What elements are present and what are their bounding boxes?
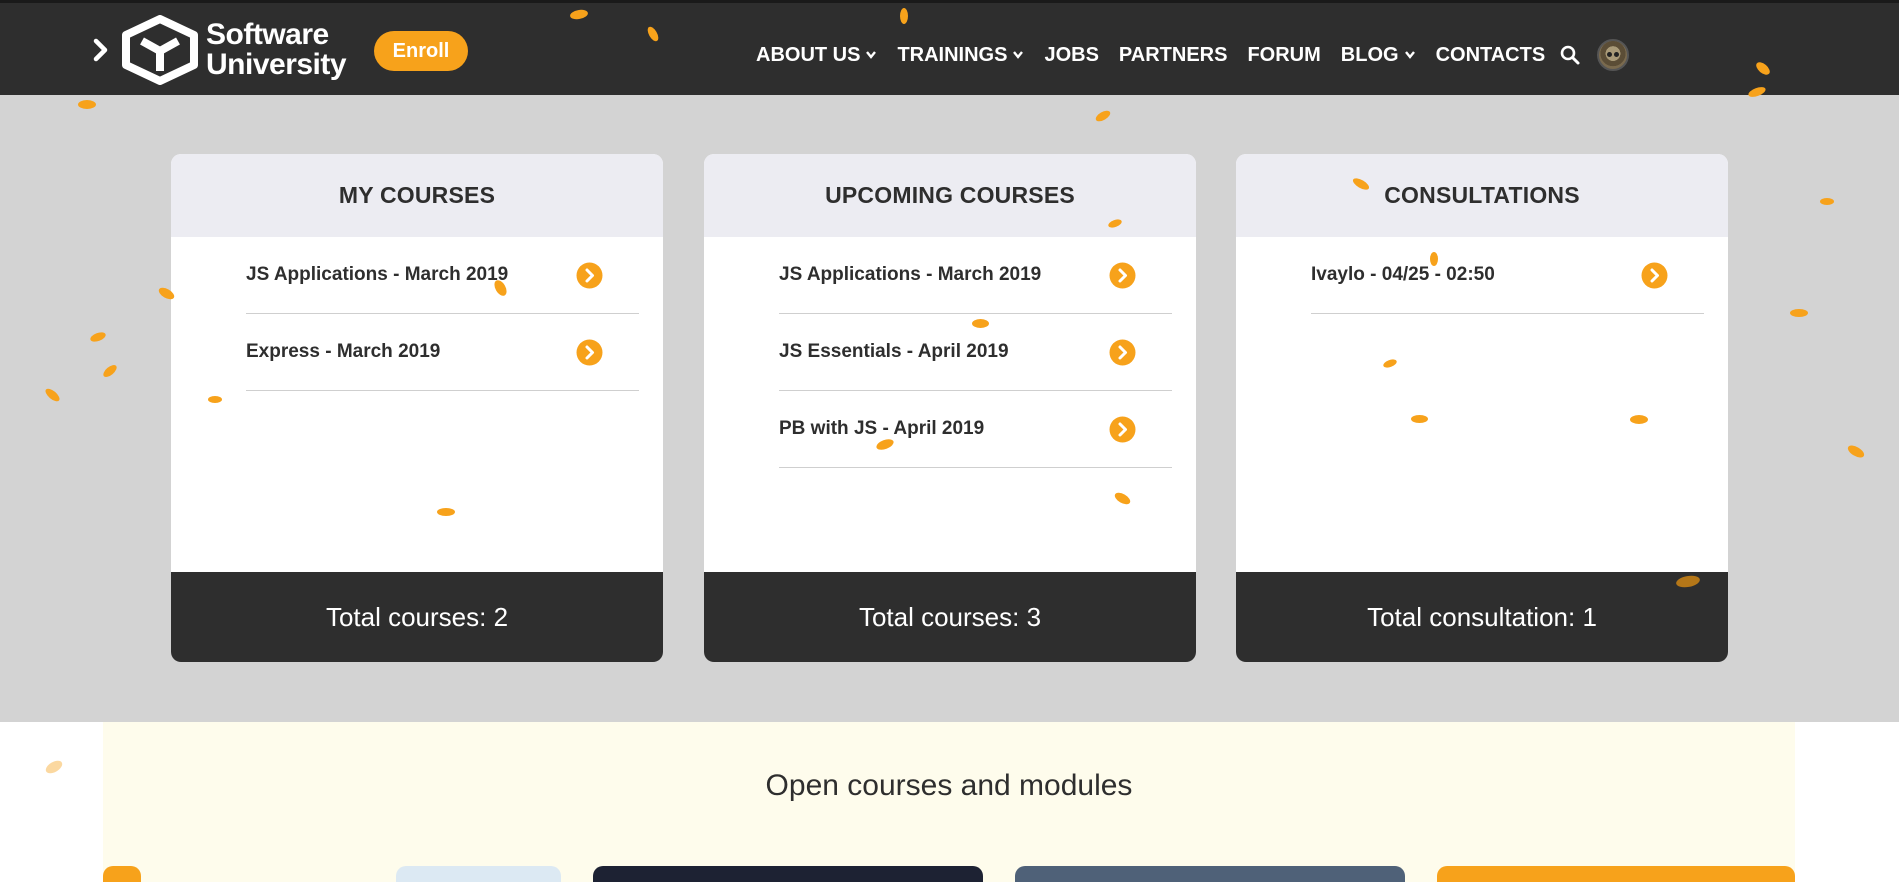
arrow-right-circle-icon[interactable]: [1109, 339, 1136, 366]
nav-contacts[interactable]: CONTACTS: [1436, 44, 1546, 67]
logo-link[interactable]: Software University: [92, 15, 347, 85]
list-item-label: JS Essentials - April 2019: [779, 341, 1009, 362]
logo-line-1: Software: [206, 18, 329, 51]
nav-about-us[interactable]: ABOUT US: [756, 44, 877, 67]
arrow-right-circle-icon[interactable]: [576, 262, 603, 289]
nav-forum-label: FORUM: [1247, 43, 1321, 66]
card-title: MY COURSES: [171, 154, 663, 237]
consultations-card: CONSULTATIONS Ivaylo - 04/25 - 02:50 Tot…: [1236, 154, 1728, 662]
list-item[interactable]: Ivaylo - 04/25 - 02:50: [1311, 237, 1704, 314]
arrow-right-circle-icon[interactable]: [1641, 262, 1668, 289]
nav-partners[interactable]: PARTNERS: [1119, 44, 1228, 67]
list-item-label: Express - March 2019: [246, 341, 441, 362]
course-thumbnail[interactable]: [1015, 866, 1405, 882]
arrow-right-circle-icon[interactable]: [1109, 262, 1136, 289]
section-title: Open courses and modules: [765, 769, 1133, 802]
card-list: Ivaylo - 04/25 - 02:50: [1236, 237, 1728, 572]
chevron-down-icon: [1013, 51, 1024, 59]
chevron-down-icon: [1404, 51, 1415, 59]
open-courses-section: Open courses and modules: [103, 722, 1795, 882]
nav-trainings-label: TRAININGS: [897, 43, 1008, 66]
list-item-label: Ivaylo - 04/25 - 02:50: [1311, 264, 1495, 285]
card-title: CONSULTATIONS: [1236, 154, 1728, 237]
nav-about-us-label: ABOUT US: [756, 43, 861, 66]
arrow-right-circle-icon[interactable]: [576, 339, 603, 366]
list-item[interactable]: Express - March 2019: [246, 314, 639, 391]
card-list: JS Applications - March 2019 Express - M…: [171, 237, 663, 572]
logo-mark-icon: [122, 15, 198, 85]
list-item[interactable]: PB with JS - April 2019: [779, 391, 1172, 468]
nav-jobs[interactable]: JOBS: [1044, 44, 1098, 67]
nav-trainings[interactable]: TRAININGS: [897, 44, 1024, 67]
search-icon[interactable]: [1559, 44, 1581, 66]
nav-forum[interactable]: FORUM: [1247, 44, 1320, 67]
course-thumbnail[interactable]: [593, 866, 983, 882]
nav-jobs-label: JOBS: [1044, 43, 1099, 66]
card-list: JS Applications - March 2019 JS Essentia…: [704, 237, 1196, 572]
my-courses-card: MY COURSES JS Applications - March 2019 …: [171, 154, 663, 662]
arrow-right-circle-icon[interactable]: [1109, 416, 1136, 443]
list-item[interactable]: JS Applications - March 2019: [246, 237, 639, 314]
list-item[interactable]: JS Essentials - April 2019: [779, 314, 1172, 391]
card-footer-total: Total courses: 3: [704, 572, 1196, 662]
list-item[interactable]: JS Applications - March 2019: [779, 237, 1172, 314]
logo-line-2: University: [206, 48, 347, 81]
nav-partners-label: PARTNERS: [1118, 43, 1228, 66]
course-thumbnail[interactable]: [396, 866, 561, 882]
chevron-down-icon: [866, 51, 877, 59]
card-footer-total: Total courses: 2: [171, 572, 663, 662]
logo-chevron-icon: [93, 38, 108, 62]
course-thumbnail[interactable]: [1437, 866, 1795, 882]
card-footer-total: Total consultation: 1: [1236, 572, 1728, 662]
course-thumbnail[interactable]: [103, 866, 141, 882]
card-title: UPCOMING COURSES: [704, 154, 1196, 237]
avatar[interactable]: [1597, 39, 1630, 71]
list-item-label: PB with JS - April 2019: [779, 418, 985, 439]
list-item-label: JS Applications - March 2019: [779, 264, 1042, 285]
list-item-label: JS Applications - March 2019: [246, 264, 509, 285]
main-nav: ABOUT US TRAININGS JOBS PARTNERS FORUM B…: [756, 39, 1630, 71]
nav-contacts-label: CONTACTS: [1435, 43, 1546, 66]
upcoming-courses-card: UPCOMING COURSES JS Applications - March…: [704, 154, 1196, 662]
enroll-button[interactable]: Enroll: [374, 31, 468, 71]
nav-blog-label: BLOG: [1340, 43, 1399, 66]
site-header: Software University Enroll ABOUT US TRAI…: [0, 0, 1899, 95]
nav-blog[interactable]: BLOG: [1341, 44, 1416, 67]
logo-text: Software University: [206, 18, 347, 81]
